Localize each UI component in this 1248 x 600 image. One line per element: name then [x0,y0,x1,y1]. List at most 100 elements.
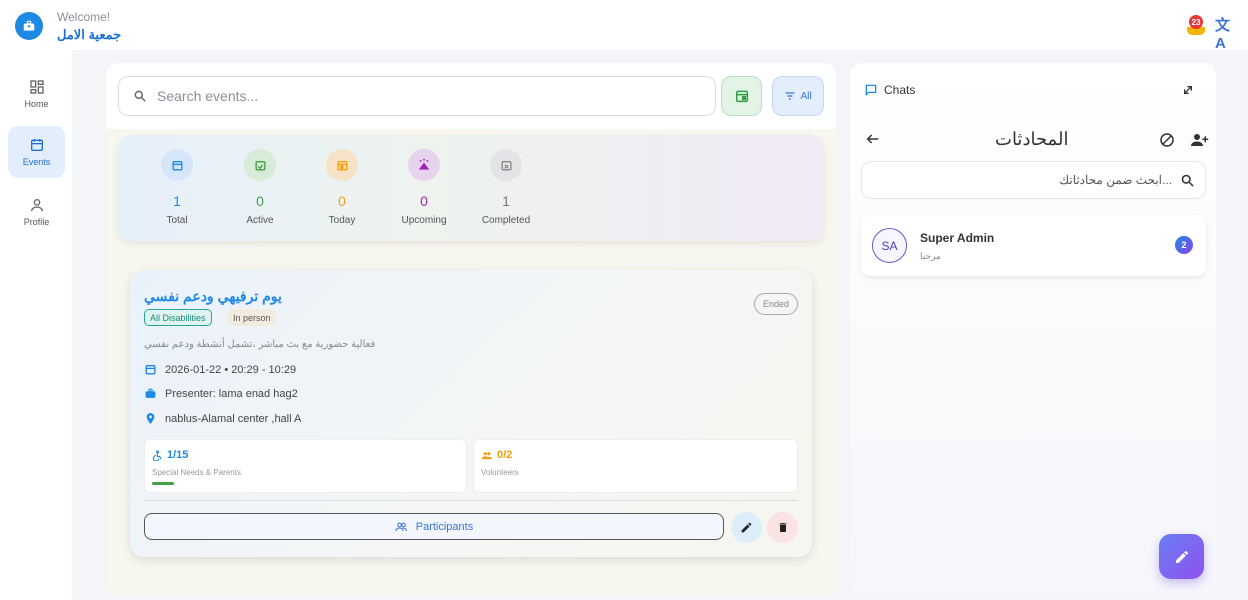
calendar-check-icon [244,149,276,181]
event-presenter-row: Presenter: lama enad hag2 [144,387,298,400]
special-needs-count-box: 1/15 Special Needs & Parents [144,439,467,493]
stat-value: 1 [173,193,181,209]
calendar-icon [145,365,156,375]
trash-icon [779,523,786,532]
stat-total: 1 Total [147,149,207,226]
person-icon [30,199,43,212]
event-status-badge: Ended [754,293,799,315]
stat-completed: 1 Completed [476,149,536,226]
calendar-icon [735,90,748,103]
events-search-box[interactable] [118,76,716,116]
chat-bubble-icon [865,84,877,97]
pencil-icon [741,522,752,533]
location-pin-icon [146,413,155,424]
special-needs-count: 1/15 [152,449,188,461]
sidebar: Home Events Profile [0,50,72,600]
search-icon [1181,174,1194,187]
volunteers-label: Volunteers [481,468,519,477]
calendar-x-icon [490,149,522,181]
event-datetime-row: 2026-01-22 • 20:29 - 10:29 [144,363,296,376]
unread-count-badge: 2 [1175,236,1193,254]
event-stats-card: 1 Total 0 Active 0 Today 0 Upcoming 1 Co… [118,135,824,241]
participants-label: Participants [415,520,474,533]
stat-value: 0 [256,193,264,209]
delete-event-button[interactable] [767,512,798,543]
nav-item-profile[interactable]: Profile [8,186,65,238]
stat-label: Completed [481,215,531,226]
event-presenter: Presenter: lama enad hag2 [165,387,298,400]
pencil-icon [1175,550,1188,563]
stat-label: Upcoming [401,215,447,226]
accessibility-icon [152,449,162,461]
stat-label: Total [166,215,188,226]
calendar-icon [30,139,43,151]
volunteers-value: 0/2 [497,449,513,461]
calendar-icon [161,149,193,181]
search-icon [134,90,146,102]
event-description: فعالية حضورية مع بث مباشر ،تشمل أنشطة ود… [144,339,376,350]
chat-search-box[interactable] [861,161,1206,199]
translate-icon[interactable]: 文A [1215,14,1237,52]
conversation-name: Super Admin [920,231,995,245]
event-location: nablus-Alamal center ,hall A [165,412,302,425]
briefcase-logo-icon [15,12,43,40]
chats-panel: Chats المحادثات SA Super Admin مرحبا 2 [850,63,1216,595]
compose-message-button[interactable] [1159,534,1204,579]
stat-today: 0 Today [312,149,372,226]
notification-count-badge: 23 [1189,15,1203,29]
stat-value: 0 [420,193,428,209]
expand-icon[interactable] [1180,82,1196,98]
welcome-text: Welcome! [57,10,111,24]
nav-label-profile: Profile [23,217,50,227]
event-card[interactable]: يوم ترفيهي ودعم نفسي Ended All Disabilit… [130,270,812,557]
event-datetime: 2026-01-22 • 20:29 - 10:29 [165,363,297,376]
volunteers-count-box: 0/2 Volunteers [473,439,798,493]
filter-label: All [800,90,812,102]
volunteers-count: 0/2 [481,449,512,461]
events-search-input[interactable] [157,88,677,104]
calendar-view-button[interactable] [721,76,762,116]
briefcase-icon [145,388,156,398]
organization-name: جمعية الامل [57,27,122,42]
nav-item-home[interactable]: Home [8,68,65,120]
group-icon [481,451,493,459]
conversations-title: المحادثات [995,129,1069,149]
nav-label-home: Home [24,99,49,109]
edit-event-button[interactable] [731,512,762,543]
dashboard-icon [29,80,44,94]
special-needs-progress-bar [152,482,174,485]
celebration-icon [408,149,440,181]
stat-upcoming: 0 Upcoming [394,149,454,226]
nav-label-events: Events [22,157,51,167]
disability-tag: All Disabilities [144,309,212,326]
chat-search-input[interactable] [872,173,1172,187]
card-divider [144,500,798,501]
stat-label: Today [328,215,356,226]
calendar-today-icon [326,149,358,181]
stat-active: 0 Active [230,149,290,226]
block-icon[interactable] [1158,131,1176,154]
conversation-item[interactable]: SA Super Admin مرحبا 2 [861,215,1206,276]
back-arrow-icon[interactable] [865,131,881,152]
event-title: يوم ترفيهي ودعم نفسي [144,288,282,304]
attendance-type-tag: In person [228,309,276,326]
special-needs-label: Special Needs & Parents [152,468,241,477]
stat-value: 0 [338,193,346,209]
conversation-preview: مرحبا [920,251,941,261]
stat-label: Active [246,215,274,226]
notification-bell-icon[interactable]: 23 [1185,15,1207,37]
filter-icon [785,92,795,100]
participants-button[interactable]: Participants [144,513,724,540]
chat-navigation-bar: المحادثات [850,123,1216,163]
filter-button[interactable]: All [772,76,824,116]
people-icon [395,522,407,531]
special-needs-value: 1/15 [167,449,189,461]
add-user-icon[interactable] [1190,131,1210,154]
event-location-row: nablus-Alamal center ,hall A [144,412,301,425]
stat-value: 1 [502,193,510,209]
chats-header-label: Chats [884,83,916,97]
top-bar: Welcome! جمعية الامل 23 文A [0,0,1248,52]
events-panel: All 1 Total 0 Active 0 Today [106,63,836,595]
nav-item-events[interactable]: Events [8,126,65,178]
events-toolbar: All [106,63,836,129]
